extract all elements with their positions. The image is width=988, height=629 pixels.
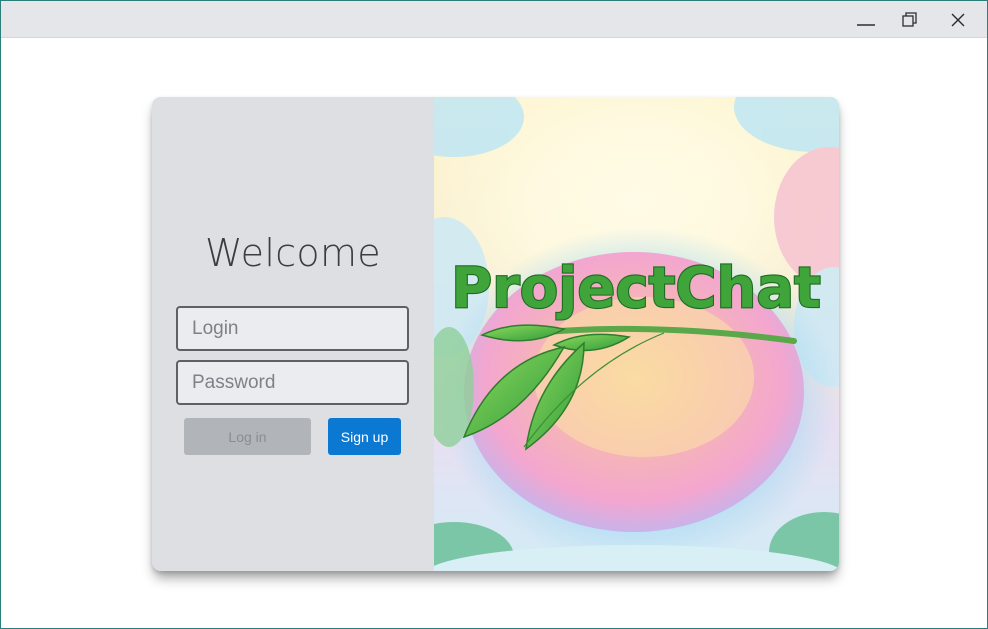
title-bar[interactable] (1, 1, 987, 38)
restore-icon (902, 12, 917, 27)
minimize-button[interactable] (851, 7, 881, 33)
login-panel: Welcome Log in Sign up (152, 97, 434, 571)
login-input[interactable] (176, 306, 409, 351)
login-card: Welcome Log in Sign up (152, 97, 839, 571)
password-input[interactable] (176, 360, 409, 405)
brand-illustration: ProjectChat (434, 97, 839, 571)
app-window: Welcome Log in Sign up (0, 0, 988, 629)
minimize-icon (857, 24, 875, 26)
logo-text: ProjectChat (451, 256, 821, 321)
restore-button[interactable] (895, 7, 925, 33)
brand-artwork: ProjectChat (434, 97, 839, 571)
close-icon (951, 13, 965, 27)
signup-button[interactable]: Sign up (328, 418, 401, 455)
close-button[interactable] (943, 7, 973, 33)
welcome-heading: Welcome (205, 231, 381, 275)
login-button[interactable]: Log in (184, 418, 311, 455)
